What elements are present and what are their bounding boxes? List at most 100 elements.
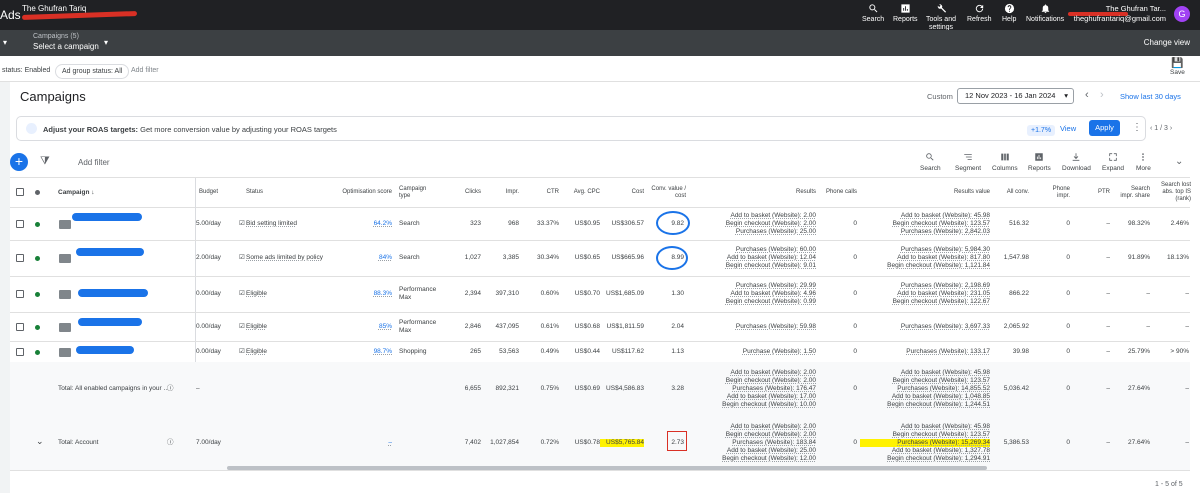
account-name[interactable]: The Ghufran Tariq [22,4,86,13]
select-all-checkbox[interactable] [16,188,24,196]
table-search-tool[interactable]: Search [920,152,941,173]
redacted-campaign-name[interactable] [78,289,148,297]
chevron-down-icon[interactable]: ▾ [104,38,108,47]
download-icon [1073,153,1080,161]
col-ctr[interactable]: CTR [525,178,559,207]
change-view-button[interactable]: Change view [1144,38,1190,47]
apply-button[interactable]: Apply [1089,120,1120,136]
col-status[interactable]: Status [246,178,263,207]
user-account-box[interactable]: The Ghufran Tar... theghufrantariq@gmail… [1070,4,1166,24]
filter-icon[interactable]: ⧩ [40,155,50,168]
status-cell[interactable]: Eligible [246,323,321,331]
add-campaign-button[interactable]: + [10,153,28,171]
col-opt-score[interactable]: Optimisation score [340,178,392,207]
results-value-line: Begin checkout (Website): 122.67 [892,298,990,305]
more-options-icon[interactable]: ⋮ [1132,122,1142,133]
redacted-campaign-name[interactable] [76,346,134,354]
tool-segment-label: Segment [955,165,982,172]
budget-edit-icon[interactable]: ☑ [239,220,245,228]
segment-tool[interactable]: Segment [955,152,981,173]
ad-group-filter-chip[interactable]: Ad group status: All [55,64,130,79]
results-line: Purchase (Website): 1.50 [742,347,816,355]
download-tool[interactable]: Download [1062,152,1091,173]
annotation-circle-1 [656,211,690,235]
status-filter-chip[interactable]: status: Enabled [0,64,57,77]
help-tool[interactable]: Help [1002,3,1016,24]
opt-score-cell[interactable]: 84% [340,254,392,262]
add-filter-link[interactable]: Add filter [131,67,159,74]
columns-tool[interactable]: Columns [992,152,1018,173]
row-checkbox[interactable] [16,347,24,356]
budget-edit-icon[interactable]: ☑ [239,290,245,298]
col-all-conv[interactable]: All conv. [997,178,1029,207]
expand-chevron-icon[interactable]: ⌄ [36,436,44,445]
table-add-filter[interactable]: Add filter [78,158,110,167]
view-recommendation-link[interactable]: View [1060,124,1076,133]
next-period-icon[interactable]: › [1100,89,1104,101]
budget-edit-icon[interactable]: ☑ [239,254,245,262]
info-icon[interactable]: ⓘ [167,439,174,447]
row-checkbox[interactable] [16,254,24,262]
phone-impr-cell: 0 [1066,322,1070,330]
col-search-lost-top-is[interactable]: Search lost abs. top IS (rank) [1155,178,1191,207]
expand-tool[interactable]: Expand [1102,152,1124,173]
horizontal-scrollbar[interactable] [227,466,987,470]
opt-score-cell[interactable]: 98.7% [340,348,392,356]
collapse-chevron-icon[interactable]: ⌄ [1175,156,1183,167]
budget-cell: 2.00/day [196,254,221,261]
status-cell[interactable]: Bid setting limited [246,220,321,228]
col-avg-cpc[interactable]: Avg. CPC [562,178,600,207]
phone-calls-cell: 0 [853,438,857,446]
row-checkbox[interactable] [16,290,24,298]
app-logo[interactable]: Ads [0,8,21,22]
tools-settings-tool[interactable]: Tools and settings [925,3,957,32]
status-cell[interactable]: Eligible [246,348,321,356]
col-conv-value-cost[interactable]: Conv. value / cost [650,178,686,207]
col-ptr[interactable]: PTR [1088,178,1110,207]
opt-score-cell[interactable]: 85% [340,323,392,331]
col-campaign-type[interactable]: Campaign type [399,178,434,207]
col-campaign[interactable]: Campaign ↓ [58,178,94,207]
status-cell[interactable]: Some ads limited by policy [246,254,323,262]
show-last-30-days-link[interactable]: Show last 30 days [1120,92,1181,101]
date-range-picker[interactable]: 12 Nov 2023 - 16 Jan 2024 ▾ [957,88,1074,104]
search-tool[interactable]: Search [862,3,884,24]
prev-period-icon[interactable]: ‹ [1085,89,1089,101]
col-clicks[interactable]: Clicks [445,178,481,207]
reports-tool-table[interactable]: Reports [1028,152,1051,173]
results-value-line: Begin checkout (Website): 123.57 [892,430,990,438]
redacted-campaign-name[interactable] [72,213,142,221]
select-campaign-dropdown[interactable]: Select a campaign [33,42,99,51]
redacted-campaign-name[interactable] [78,318,142,326]
budget-edit-icon[interactable]: ☑ [239,323,245,331]
notifications-tool[interactable]: Notifications [1026,3,1064,24]
col-results[interactable]: Results [770,178,816,207]
reports-tool[interactable]: Reports [893,3,918,24]
results-line: Purchases (Website): 176.47 [732,384,816,392]
avg-cpc-cell: US$0.68 [574,322,600,330]
col-budget[interactable]: Budget [199,178,218,207]
refresh-tool[interactable]: Refresh [967,3,992,24]
avatar[interactable]: G [1174,6,1190,22]
save-label: Save [1170,69,1185,76]
col-cost[interactable]: Cost [606,178,644,207]
row-checkbox[interactable] [16,322,24,331]
col-search-impr-share[interactable]: Search impr. share [1118,178,1150,207]
caret-down-icon[interactable]: ▾ [3,38,7,47]
status-cell[interactable]: Eligible [246,290,321,298]
info-icon[interactable]: ⓘ [167,385,174,393]
campaign-type-icon [59,290,71,299]
opt-score-cell[interactable]: 88.3% [340,290,392,298]
opt-score-cell[interactable]: – [340,439,392,447]
col-phone-impr[interactable]: Phone impr. [1040,178,1070,207]
redacted-campaign-name[interactable] [76,248,144,256]
budget-edit-icon[interactable]: ☑ [239,348,245,356]
save-button[interactable]: 💾 Save [1170,58,1185,76]
results-value-line: Begin checkout (Website): 123.57 [892,219,990,227]
col-results-value[interactable]: Results value [930,178,990,207]
more-tool[interactable]: More [1136,152,1151,173]
row-checkbox[interactable] [16,219,24,228]
col-impr[interactable]: Impr. [486,178,519,207]
col-phone-calls[interactable]: Phone calls [822,178,857,207]
opt-score-cell[interactable]: 64.2% [340,220,392,228]
